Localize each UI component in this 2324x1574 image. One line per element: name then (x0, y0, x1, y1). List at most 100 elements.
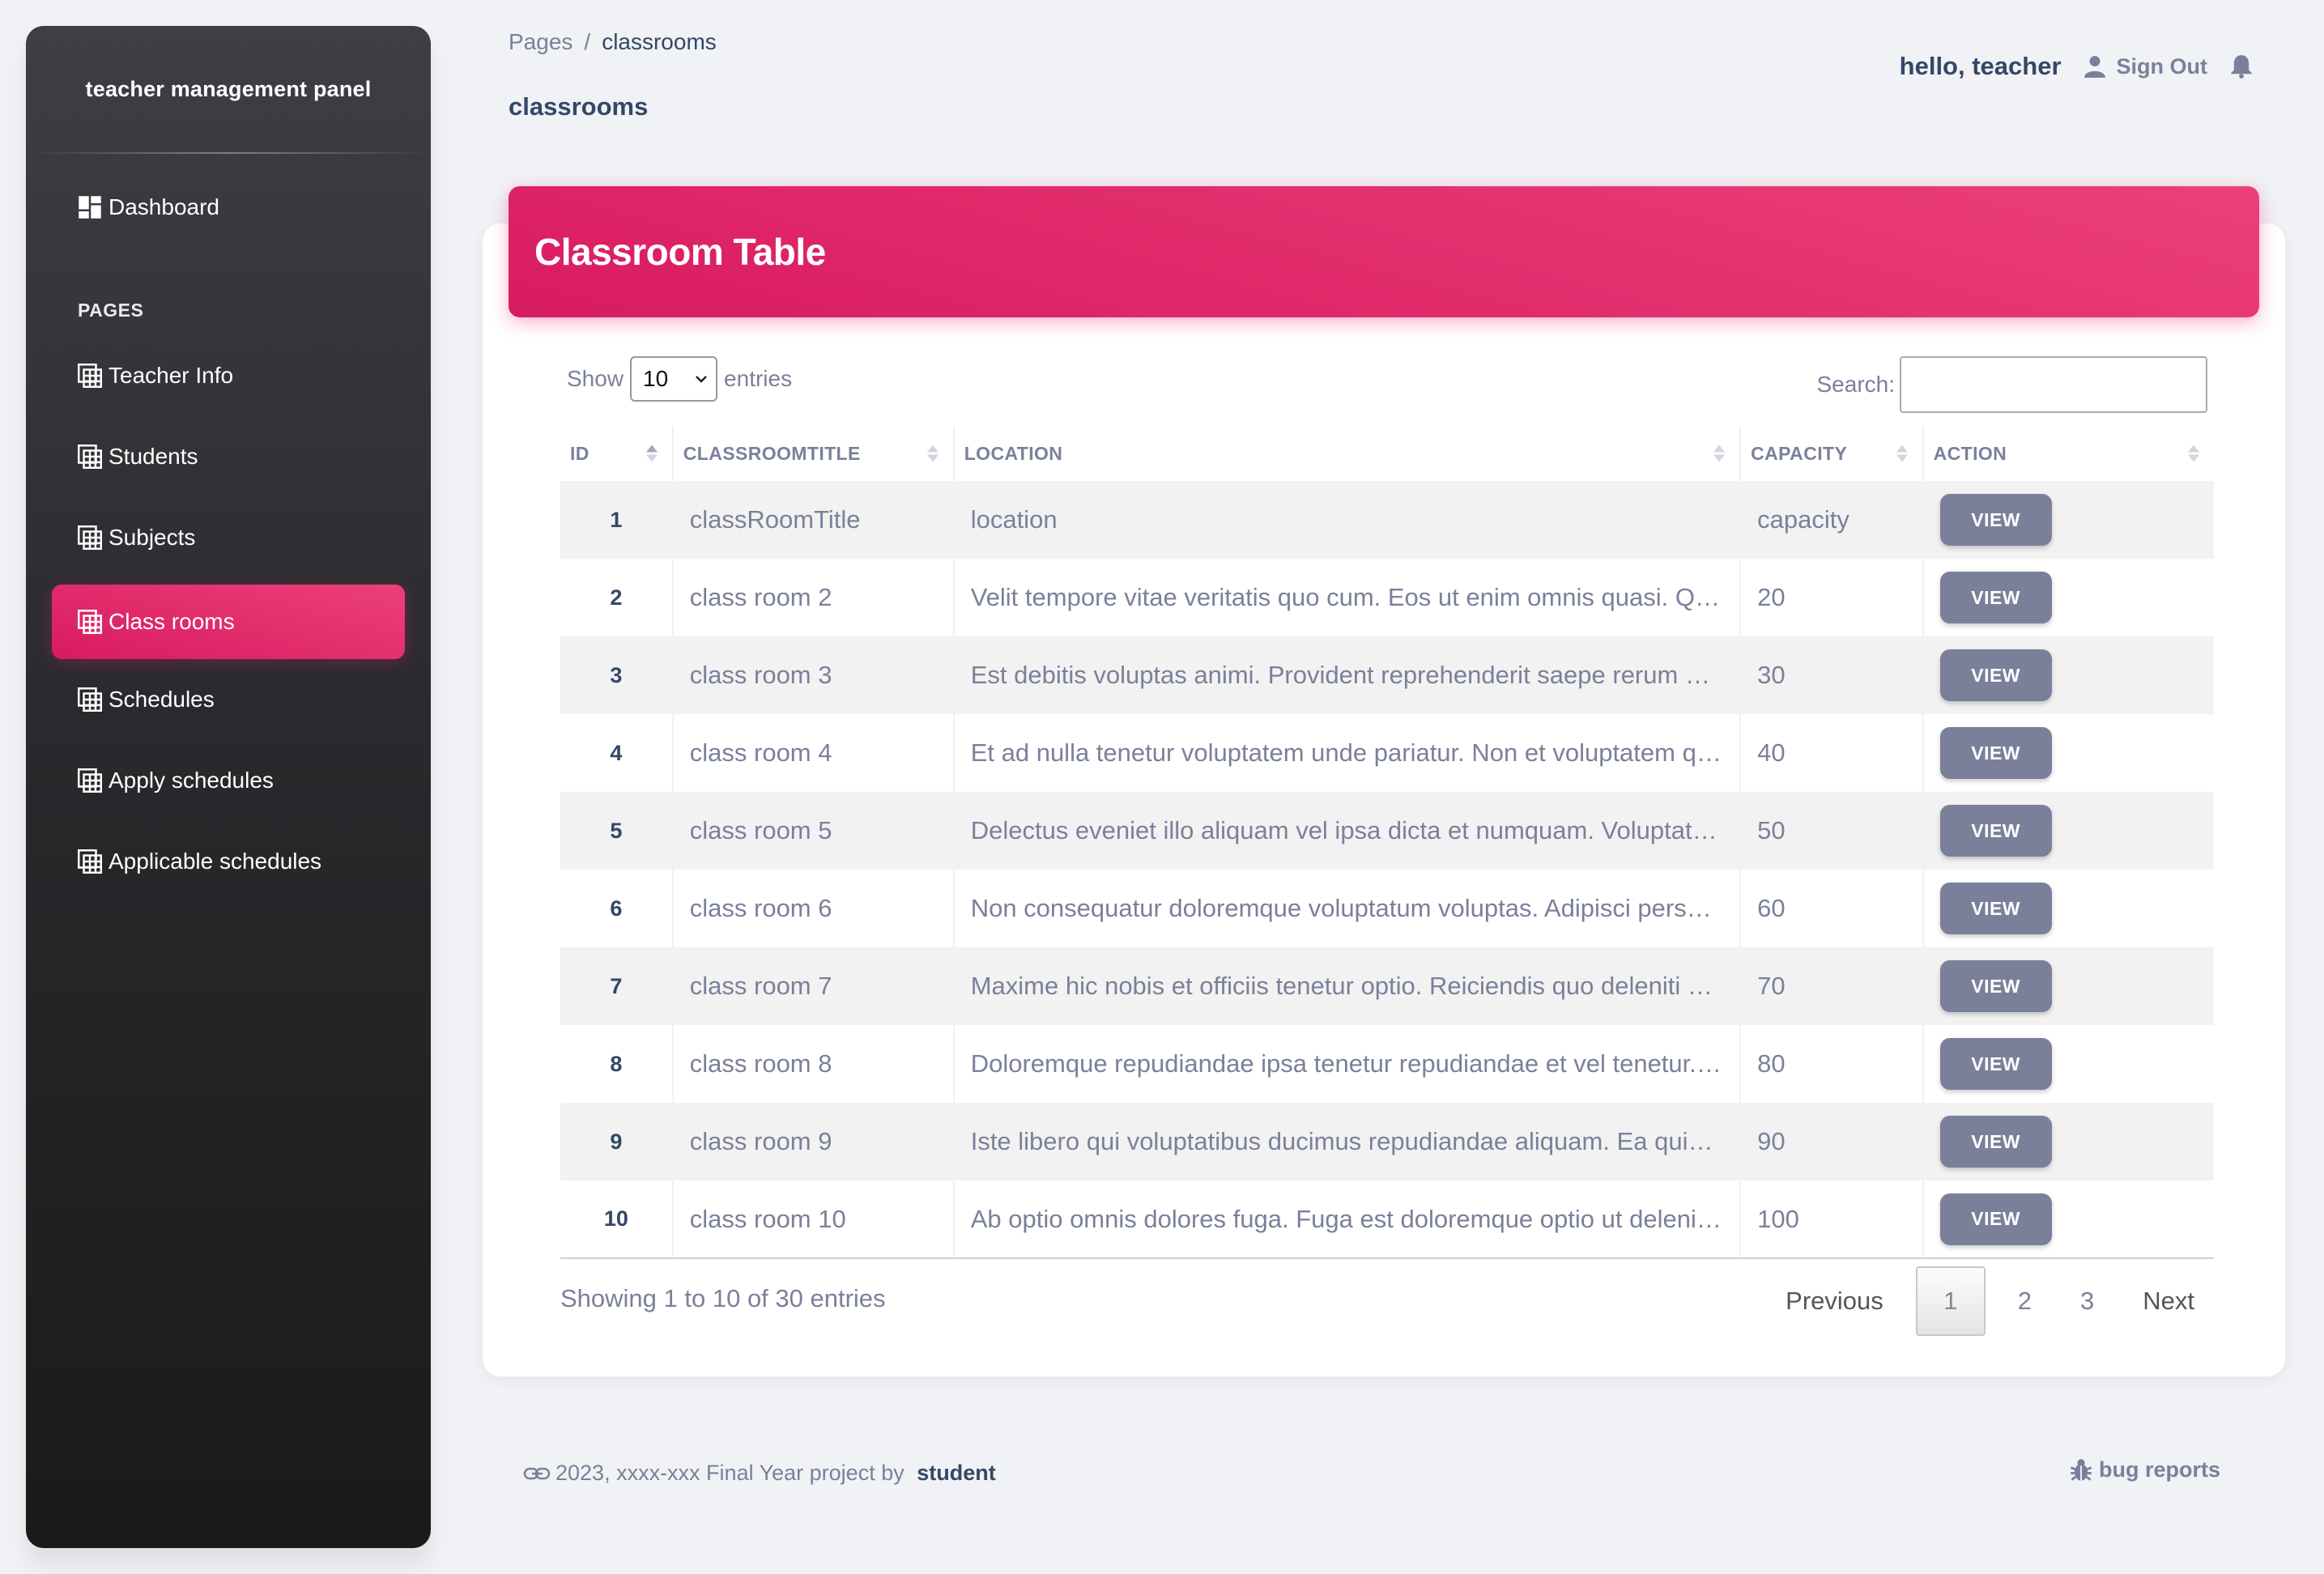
column-header-capacity[interactable]: CAPACITY (1740, 426, 1924, 481)
entries-select[interactable]: 10 (630, 356, 718, 402)
cell-location: Ab optio omnis dolores fuga. Fuga est do… (953, 1180, 1742, 1259)
view-button[interactable]: VIEW (1939, 883, 2052, 934)
search-area: Search: (1817, 356, 2207, 413)
cell-title: class room 9 (672, 1103, 955, 1180)
cell-location: Velit tempore vitae veritatis quo cum. E… (953, 559, 1742, 636)
pagination-page-3[interactable]: 3 (2056, 1266, 2118, 1336)
table-info: Showing 1 to 10 of 30 entries (560, 1284, 886, 1312)
cell-capacity: 30 (1740, 636, 1924, 714)
cell-action: VIEW (1922, 481, 2214, 559)
cell-action: VIEW (1922, 947, 2214, 1025)
classroom-table: ID CLASSROOMTITLE LOCATION CAPACITY ACTION 1… (560, 426, 2214, 1259)
footer-copyright: 2023, xxxx-xxx Final Year project by stu… (523, 1461, 996, 1486)
pagination-page-2[interactable]: 2 (1994, 1266, 2056, 1336)
cell-title: classRoomTitle (672, 481, 955, 559)
view-button[interactable]: VIEW (1939, 1193, 2052, 1245)
cell-id: 4 (560, 714, 674, 792)
sort-icon (2188, 445, 2199, 462)
entries-label: entries (724, 366, 793, 391)
cell-action: VIEW (1922, 1180, 2214, 1259)
table-row: 4 class room 4 Et ad nulla tenetur volupta… (560, 714, 2214, 792)
bug-icon (2070, 1458, 2092, 1481)
brand-divider (26, 152, 431, 154)
cell-location: Iste libero qui voluptatibus ducimus rep… (953, 1103, 1742, 1180)
view-button[interactable]: VIEW (1939, 494, 2052, 546)
chevron-down-icon (696, 376, 707, 383)
column-header-label: CAPACITY (1751, 442, 1848, 464)
cell-capacity: 90 (1740, 1103, 1924, 1180)
cell-action: VIEW (1923, 714, 2214, 792)
view-button[interactable]: VIEW (1939, 1038, 2052, 1090)
sort-icon (926, 445, 939, 462)
sidebar-item-students[interactable]: Students (52, 419, 405, 494)
cell-action: VIEW (1923, 1025, 2214, 1103)
sidebar-item-teacher-info[interactable]: Teacher Info (52, 338, 405, 413)
column-header-action[interactable]: ACTION (1923, 426, 2214, 481)
footer-text: 2023, xxxx-xxx Final Year project by (555, 1461, 904, 1485)
header-actions: hello, teacher Sign Out (1900, 52, 2253, 81)
table-row: 1 classRoomTitle location capacity VIEW (560, 481, 2214, 559)
table-row: 8 class room 8 Doloremque repudiandae ipsa… (560, 1025, 2214, 1103)
view-button[interactable]: VIEW (1939, 572, 2052, 623)
cell-action: VIEW (1922, 636, 2214, 714)
footer-author[interactable]: student (917, 1461, 996, 1486)
view-button[interactable]: VIEW (1939, 960, 2052, 1012)
cell-location: Non consequatur doloremque voluptatum vo… (953, 870, 1742, 947)
bug-reports-link[interactable]: bug reports (2070, 1457, 2220, 1483)
sidebar-item-label: Subjects (109, 525, 196, 550)
sidebar-item-label: Students (109, 444, 198, 469)
bell-icon[interactable] (2230, 54, 2253, 79)
cell-id: 8 (560, 1025, 674, 1103)
cell-capacity: 100 (1740, 1180, 1924, 1259)
table-row: 7 class room 7 Maxime hic nobis et officii… (560, 947, 2214, 1025)
view-button[interactable]: VIEW (1939, 649, 2052, 701)
cell-capacity: 40 (1740, 714, 1924, 792)
sidebar-item-label: Class rooms (109, 609, 235, 634)
greeting: hello, teacher (1899, 52, 2062, 80)
cell-action: VIEW (1922, 1103, 2214, 1180)
table-icon (78, 687, 102, 712)
cell-location: Doloremque repudiandae ipsa tenetur repu… (953, 1025, 1742, 1103)
column-header-classroomtitle[interactable]: CLASSROOMTITLE (672, 426, 955, 481)
sort-icon (645, 445, 658, 462)
cell-capacity: 60 (1740, 870, 1924, 947)
sort-icon (1896, 445, 1908, 462)
cell-title: class room 6 (672, 870, 955, 947)
sort-icon (1713, 445, 1726, 462)
table-row: 3 class room 3 Est debitis voluptas animi.… (560, 636, 2214, 714)
pagination-previous[interactable]: Previous (1761, 1266, 1916, 1336)
sign-out-label: Sign Out (2116, 53, 2207, 79)
breadcrumb-root[interactable]: Pages (509, 29, 572, 54)
column-header-label: ID (570, 442, 590, 464)
search-input[interactable] (1900, 356, 2207, 413)
entries-select-value: 10 (643, 366, 669, 391)
column-header-id[interactable]: ID (560, 426, 674, 481)
pagination-next[interactable]: Next (2118, 1266, 2219, 1336)
sidebar-item-schedules[interactable]: Schedules (52, 662, 405, 737)
sidebar-item-subjects[interactable]: Subjects (52, 500, 405, 575)
view-button[interactable]: VIEW (1939, 1116, 2052, 1168)
link-icon (523, 1467, 551, 1479)
section-label-pages: PAGES (78, 300, 144, 321)
view-button[interactable]: VIEW (1939, 727, 2052, 779)
pagination-page-1[interactable]: 1 (1915, 1266, 1986, 1336)
sidebar-item-class-rooms[interactable]: Class rooms (52, 585, 405, 659)
cell-capacity: 20 (1740, 559, 1924, 636)
cell-id: 9 (560, 1103, 674, 1180)
cell-id: 10 (560, 1180, 674, 1259)
cell-location: Est debitis voluptas animi. Provident re… (953, 636, 1742, 714)
table-icon (78, 610, 102, 634)
column-header-location[interactable]: LOCATION (953, 426, 1742, 481)
table-row: 2 class room 2 Velit tempore vitae veritat… (560, 559, 2214, 636)
cell-capacity: 80 (1740, 1025, 1924, 1103)
brand-title[interactable]: teacher management panel (26, 26, 431, 152)
sidebar-item-apply-schedules[interactable]: Apply schedules (52, 743, 405, 818)
sign-out-button[interactable]: Sign Out (2084, 54, 2207, 79)
cell-location: location (953, 481, 1742, 559)
sidebar-item-dashboard[interactable]: Dashboard (52, 170, 405, 245)
user-icon (2084, 56, 2105, 78)
view-button[interactable]: VIEW (1939, 805, 2052, 857)
page-title: classrooms (509, 92, 649, 121)
sidebar-item-applicable-schedules[interactable]: Applicable schedules (52, 824, 405, 899)
pagination: Previous 123 Next (1761, 1266, 2219, 1336)
